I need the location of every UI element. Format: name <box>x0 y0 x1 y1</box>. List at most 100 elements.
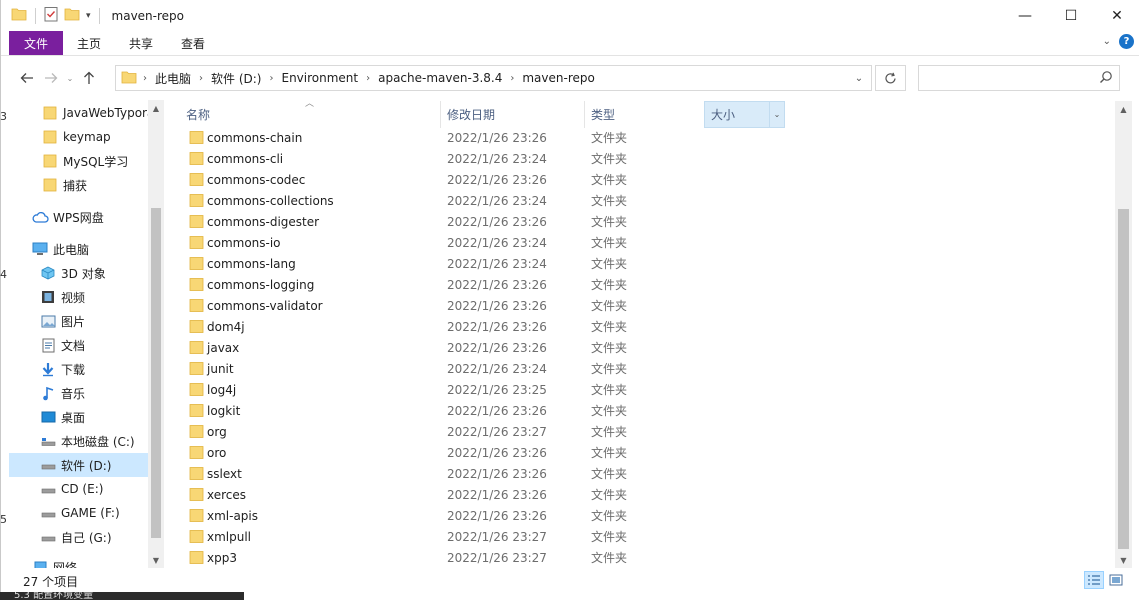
file-modified-date: 2022/1/26 23:27 <box>447 529 547 544</box>
minimize-button[interactable]: — <box>1002 0 1048 31</box>
nav-item-keymap[interactable]: keymap <box>9 125 148 149</box>
scroll-up-arrow-icon[interactable]: ▲ <box>148 100 164 116</box>
breadcrumb-environment[interactable]: Environment <box>275 71 364 85</box>
nav-item-desktop[interactable]: 桌面 <box>9 405 148 429</box>
nav-item-this-pc[interactable]: 此电脑 <box>9 237 148 261</box>
file-row[interactable]: log4j 2022/1/26 23:25 文件夹 <box>185 379 685 400</box>
help-icon[interactable]: ? <box>1119 34 1134 49</box>
breadcrumb-separator-icon[interactable]: › <box>508 73 516 84</box>
nav-item-music[interactable]: 音乐 <box>9 381 148 405</box>
folder-icon <box>41 105 59 121</box>
file-type: 文件夹 <box>591 383 628 397</box>
file-row[interactable]: dom4j 2022/1/26 23:26 文件夹 <box>185 316 685 337</box>
nav-item-javawebtypora[interactable]: JavaWebTypora <box>9 101 148 125</box>
file-row[interactable]: xpp3 2022/1/26 23:27 文件夹 <box>185 547 685 568</box>
search-icon[interactable] <box>1099 70 1113 87</box>
up-button[interactable] <box>77 66 101 90</box>
nav-item-mysql[interactable]: MySQL学习 <box>9 149 148 173</box>
new-folder-icon[interactable] <box>64 7 80 24</box>
folder-icon <box>189 172 204 190</box>
nav-item-drive-f[interactable]: GAME (F:) <box>9 501 148 525</box>
breadcrumb-separator-icon[interactable]: › <box>141 73 149 84</box>
file-row[interactable]: xmlpull 2022/1/26 23:27 文件夹 <box>185 526 685 547</box>
nav-item-drive-e[interactable]: CD (E:) <box>9 477 148 501</box>
maximize-button[interactable]: ☐ <box>1048 0 1094 31</box>
file-row[interactable]: commons-io 2022/1/26 23:24 文件夹 <box>185 232 685 253</box>
column-divider[interactable] <box>440 101 441 128</box>
nav-item-drive-c[interactable]: 本地磁盘 (C:) <box>9 429 148 453</box>
column-header-name[interactable]: 名称 <box>185 101 439 128</box>
nav-item-3d-objects[interactable]: 3D 对象 <box>9 261 148 285</box>
scrollbar-thumb[interactable] <box>151 208 161 538</box>
column-header-date[interactable]: 修改日期 <box>447 101 583 128</box>
file-type: 文件夹 <box>591 131 628 145</box>
file-row[interactable]: org 2022/1/26 23:27 文件夹 <box>185 421 685 442</box>
scroll-up-arrow-icon[interactable]: ▲ <box>1115 101 1132 117</box>
back-button[interactable] <box>15 66 39 90</box>
nav-item-label: 图片 <box>61 314 86 329</box>
nav-item-drive-g[interactable]: 自己 (G:) <box>9 525 148 549</box>
file-row[interactable]: xerces 2022/1/26 23:26 文件夹 <box>185 484 685 505</box>
tab-home[interactable]: 主页 <box>63 31 115 55</box>
breadcrumb-this-pc[interactable]: 此电脑 <box>149 70 197 87</box>
large-icons-view-button[interactable] <box>1106 571 1126 589</box>
column-filter-dropdown-icon[interactable]: ⌄ <box>769 102 784 127</box>
folder-icon <box>189 403 204 421</box>
drive-icon <box>39 505 57 521</box>
properties-icon[interactable] <box>44 6 58 25</box>
file-row[interactable]: junit 2022/1/26 23:24 文件夹 <box>185 358 685 379</box>
file-row[interactable]: commons-validator 2022/1/26 23:26 文件夹 <box>185 295 685 316</box>
nav-item-capture[interactable]: 捕获 <box>9 173 148 197</box>
file-row[interactable]: commons-cli 2022/1/26 23:24 文件夹 <box>185 148 685 169</box>
tab-file[interactable]: 文件 <box>9 31 64 55</box>
customize-toolbar-dropdown-icon[interactable]: ▾ <box>86 11 91 21</box>
breadcrumb-maven-repo[interactable]: maven-repo <box>516 71 600 85</box>
nav-item-label: 捕获 <box>63 178 88 193</box>
nav-item-label: MySQL学习 <box>63 154 129 169</box>
breadcrumb-drive-d[interactable]: 软件 (D:) <box>205 70 267 87</box>
file-row[interactable]: xml-apis 2022/1/26 23:26 文件夹 <box>185 505 685 526</box>
file-row[interactable]: oro 2022/1/26 23:26 文件夹 <box>185 442 685 463</box>
breadcrumb-separator-icon[interactable]: › <box>267 73 275 84</box>
file-row[interactable]: commons-digester 2022/1/26 23:26 文件夹 <box>185 211 685 232</box>
address-bar[interactable]: › 此电脑 › 软件 (D:) › Environment › apache-m… <box>115 65 872 91</box>
details-view-button[interactable] <box>1084 571 1104 589</box>
drive-icon <box>39 529 57 545</box>
refresh-button[interactable] <box>875 65 906 91</box>
file-row[interactable]: commons-logging 2022/1/26 23:26 文件夹 <box>185 274 685 295</box>
file-row[interactable]: commons-codec 2022/1/26 23:26 文件夹 <box>185 169 685 190</box>
breadcrumb-apache-maven[interactable]: apache-maven-3.8.4 <box>372 71 508 85</box>
column-header-type[interactable]: 类型 <box>591 101 701 128</box>
file-row[interactable]: sslext 2022/1/26 23:26 文件夹 <box>185 463 685 484</box>
address-dropdown-icon[interactable]: ⌄ <box>847 66 871 90</box>
file-row[interactable]: javax 2022/1/26 23:26 文件夹 <box>185 337 685 358</box>
recent-locations-dropdown-icon[interactable]: ⌄ <box>63 66 77 90</box>
navigation-pane-scrollbar[interactable]: ▲ ▼ <box>148 100 164 568</box>
scroll-down-arrow-icon[interactable]: ▼ <box>148 552 164 568</box>
expand-ribbon-chevron-icon[interactable]: ⌄ <box>1103 36 1111 47</box>
search-input[interactable] <box>918 65 1120 91</box>
nav-item-documents[interactable]: 文档 <box>9 333 148 357</box>
tab-view[interactable]: 查看 <box>167 31 219 55</box>
file-row[interactable]: commons-chain 2022/1/26 23:26 文件夹 <box>185 127 685 148</box>
scroll-down-arrow-icon[interactable]: ▼ <box>1115 552 1132 568</box>
file-modified-date: 2022/1/26 23:26 <box>447 214 547 229</box>
nav-item-pictures[interactable]: 图片 <box>9 309 148 333</box>
scrollbar-thumb[interactable] <box>1118 209 1129 549</box>
nav-item-network[interactable]: 网络 <box>9 555 148 568</box>
column-header-size[interactable]: 大小 ⌄ <box>704 101 785 128</box>
file-list-scrollbar[interactable]: ▲ ▼ <box>1115 101 1132 568</box>
nav-item-videos[interactable]: 视频 <box>9 285 148 309</box>
breadcrumb-separator-icon[interactable]: › <box>197 73 205 84</box>
breadcrumb-separator-icon[interactable]: › <box>364 73 372 84</box>
tab-share[interactable]: 共享 <box>115 31 167 55</box>
file-row[interactable]: logkit 2022/1/26 23:26 文件夹 <box>185 400 685 421</box>
nav-item-drive-d[interactable]: 软件 (D:) <box>9 453 148 477</box>
file-row[interactable]: commons-lang 2022/1/26 23:24 文件夹 <box>185 253 685 274</box>
close-button[interactable]: ✕ <box>1094 0 1139 31</box>
forward-button[interactable] <box>39 66 63 90</box>
nav-item-wps-cloud[interactable]: WPS网盘 <box>9 205 148 229</box>
nav-item-downloads[interactable]: 下载 <box>9 357 148 381</box>
column-divider[interactable] <box>584 101 585 128</box>
file-row[interactable]: commons-collections 2022/1/26 23:24 文件夹 <box>185 190 685 211</box>
